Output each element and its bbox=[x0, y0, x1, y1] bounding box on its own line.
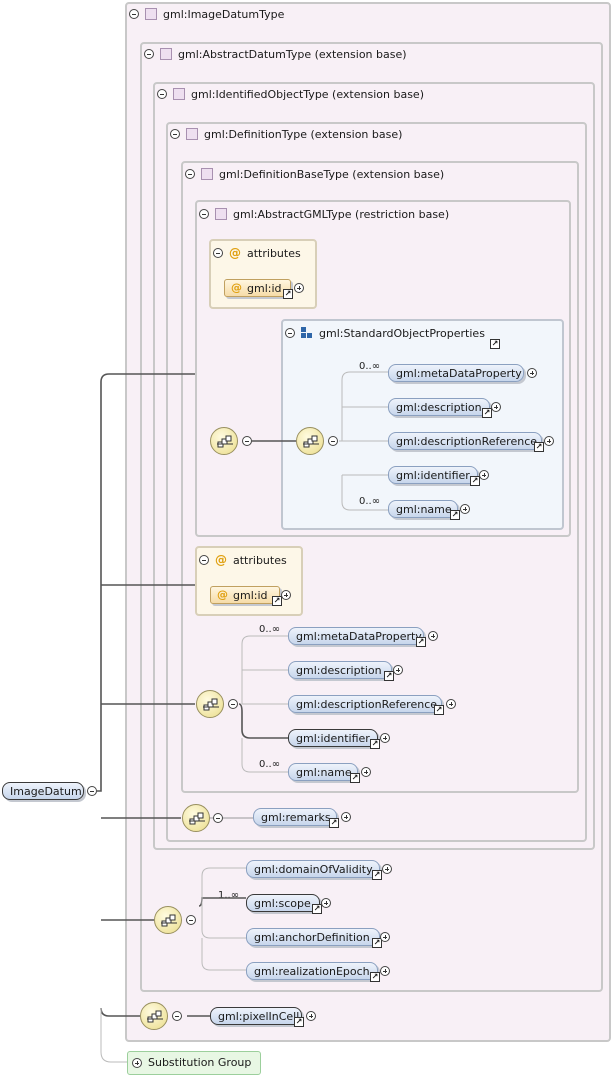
collapse-icon[interactable] bbox=[213, 813, 223, 823]
sequence-compositor-icon bbox=[182, 804, 210, 832]
sequence-compositor-icon bbox=[210, 427, 238, 455]
sequence-compositor-icon bbox=[296, 427, 324, 455]
collapse-icon[interactable] bbox=[242, 436, 252, 446]
connector-lines bbox=[97, 371, 388, 1063]
collapse-icon[interactable] bbox=[172, 1011, 182, 1021]
sequence-compositor-icon bbox=[154, 906, 182, 934]
sequence-compositor-icon bbox=[140, 1002, 168, 1030]
sequence-compositor-icon bbox=[196, 690, 224, 718]
collapse-icon[interactable] bbox=[328, 436, 338, 446]
schema-diagram: gml:ImageDatumType gml:AbstractDatumType… bbox=[0, 0, 613, 1081]
collapse-icon[interactable] bbox=[186, 915, 196, 925]
collapse-icon[interactable] bbox=[228, 699, 238, 709]
